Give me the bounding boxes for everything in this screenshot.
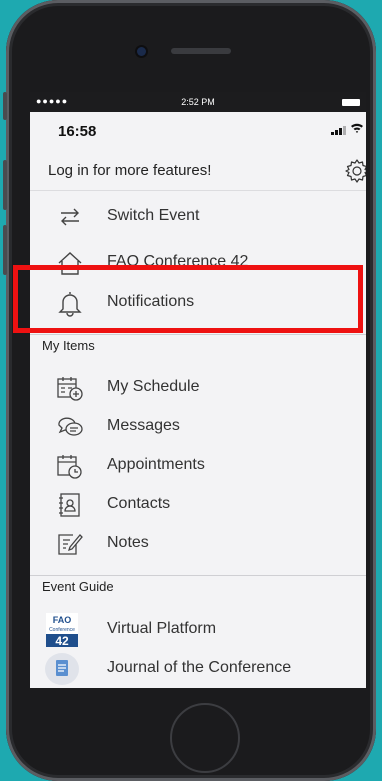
home-button[interactable] <box>170 703 240 773</box>
menu-item-virtual-platform[interactable]: FAO Conference 42 Virtual Platform <box>30 611 366 649</box>
menu-item-switch-event[interactable]: Switch Event <box>30 198 366 236</box>
chat-bubbles-icon <box>56 413 84 441</box>
front-camera <box>137 47 146 56</box>
menu-item-label: Messages <box>107 417 180 434</box>
menu-item-notes[interactable]: Notes <box>30 525 366 563</box>
menu-item-label: Contacts <box>107 495 171 512</box>
section-header-my-items: My Items <box>30 334 366 357</box>
menu-item-label: Appointments <box>107 456 205 473</box>
menu-item-label: Journal of the Conference <box>107 659 292 676</box>
mute-switch <box>3 92 7 120</box>
notifications-highlight-box <box>13 265 363 333</box>
cell-signal-icon <box>331 126 346 135</box>
login-row[interactable]: Log in for more features! <box>30 152 366 191</box>
device-status-bar: ●●●●● 2:52 PM <box>30 92 366 112</box>
menu-item-journal[interactable]: Journal of the Conference <box>30 650 366 688</box>
app-status-bar: 16:58 <box>30 112 366 148</box>
menu-item-label: Switch Event <box>107 207 200 224</box>
menu-item-my-schedule[interactable]: My Schedule <box>30 369 366 407</box>
menu-item-label: Virtual Platform <box>107 620 217 637</box>
volume-down-button <box>3 225 7 275</box>
login-prompt[interactable]: Log in for more features! <box>48 162 211 179</box>
app-clock: 16:58 <box>58 123 97 140</box>
screen: ●●●●● 2:52 PM 16:58 Log in for more feat… <box>30 92 366 688</box>
fao-42-logo-icon: FAO Conference 42 <box>46 613 78 648</box>
wifi-icon <box>350 122 364 137</box>
menu-item-contacts[interactable]: Contacts <box>30 486 366 524</box>
gear-icon[interactable] <box>344 158 366 189</box>
logo-text-fao: FAO <box>53 615 72 625</box>
battery-icon <box>342 99 360 106</box>
note-edit-icon <box>56 530 84 558</box>
section-header-event-guide: Event Guide <box>30 575 366 598</box>
volume-up-button <box>3 160 7 210</box>
earpiece-speaker <box>171 48 231 54</box>
logo-text-conference: Conference <box>49 627 75 633</box>
section-title: Event Guide <box>42 579 114 594</box>
device-clock: 2:52 PM <box>181 97 215 107</box>
menu-item-appointments[interactable]: Appointments <box>30 447 366 485</box>
calendar-clock-icon <box>56 452 84 480</box>
logo-text-42: 42 <box>55 634 69 647</box>
menu-item-label: My Schedule <box>107 378 200 395</box>
calendar-add-icon <box>56 374 84 402</box>
section-title: My Items <box>42 338 95 353</box>
swap-arrows-icon <box>56 203 84 231</box>
document-icon <box>44 652 80 686</box>
address-book-icon <box>56 491 84 519</box>
menu-item-messages[interactable]: Messages <box>30 408 366 446</box>
menu-item-label: Notes <box>107 534 149 551</box>
